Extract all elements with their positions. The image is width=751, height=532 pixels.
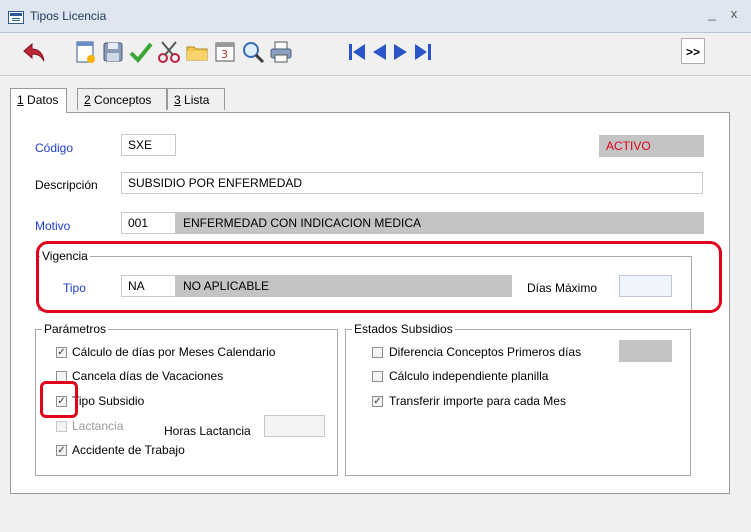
last-record-button[interactable] (408, 37, 438, 67)
save-icon (103, 42, 123, 62)
codigo-label: Código (35, 141, 74, 155)
accidente-trabajo-label: Accidente de Trabajo (72, 443, 185, 457)
tab-lista[interactable]: 3 Lista (167, 88, 225, 110)
tab-lista-label: Lista (180, 93, 210, 107)
search-button[interactable] (238, 37, 268, 67)
more-options-button[interactable]: >> (681, 38, 705, 64)
lactancia-checkbox[interactable] (56, 421, 67, 432)
window-app-icon (8, 11, 24, 24)
tab-datos-label: Datos (23, 93, 59, 107)
open-button[interactable] (182, 37, 212, 67)
motivo-code-field[interactable]: 001 (121, 212, 176, 234)
print-icon (270, 41, 292, 63)
window-titlebar: Tipos Licencia _ x (0, 0, 751, 33)
calculo-dias-label: Cálculo de días por Meses Calendario (72, 345, 276, 359)
calculo-independiente-checkbox[interactable] (372, 371, 383, 382)
diferencia-conceptos-checkbox[interactable] (372, 347, 383, 358)
svg-text:3: 3 (221, 48, 228, 61)
undo-icon (23, 42, 45, 62)
calendar-button[interactable]: 3 (210, 37, 240, 67)
toolbar: 3 >> (0, 33, 751, 76)
print-button[interactable] (266, 37, 296, 67)
codigo-field[interactable]: SXE (121, 134, 176, 156)
new-document-icon (76, 41, 95, 63)
tab-datos[interactable]: 1 Datos (10, 88, 67, 113)
motivo-description-field: ENFERMEDAD CON INDICACION MEDICA (176, 212, 704, 234)
calendar-icon: 3 (215, 42, 235, 62)
search-icon (243, 42, 265, 64)
tipo-subsidio-highlight-annotation (40, 381, 78, 418)
calculo-dias-checkbox[interactable] (56, 347, 67, 358)
tab-lista-number: 3 (174, 93, 181, 107)
tab-conceptos[interactable]: 2 Conceptos (77, 88, 167, 110)
accept-button[interactable] (126, 37, 156, 67)
last-record-icon (415, 44, 431, 60)
diferencia-conceptos-label: Diferencia Conceptos Primeros días (389, 345, 582, 359)
window-title: Tipos Licencia (30, 9, 107, 23)
descripcion-field[interactable]: SUBSIDIO POR ENFERMEDAD (121, 172, 703, 194)
cancela-vacaciones-label: Cancela días de Vacaciones (72, 369, 224, 383)
accidente-trabajo-checkbox[interactable] (56, 445, 67, 456)
lactancia-label: Lactancia (72, 419, 124, 433)
transferir-importe-checkbox[interactable] (372, 396, 383, 407)
minimize-button[interactable]: _ (704, 6, 720, 22)
folder-icon (186, 46, 208, 61)
horas-lactancia-field[interactable] (264, 415, 325, 437)
undo-button[interactable] (19, 37, 49, 67)
scissors-icon (158, 41, 180, 63)
motivo-label: Motivo (35, 219, 71, 233)
close-button[interactable]: x (726, 6, 742, 22)
status-badge: ACTIVO (599, 135, 704, 157)
new-button[interactable] (70, 37, 100, 67)
check-icon (129, 42, 153, 63)
descripcion-label: Descripción (35, 178, 98, 192)
tab-conceptos-number: 2 (84, 93, 91, 107)
tipo-subsidio-label: Tipo Subsidio (72, 394, 145, 408)
tab-conceptos-label: Conceptos (90, 93, 152, 107)
estados-subsidios-legend: Estados Subsidios (352, 322, 455, 336)
transferir-importe-label: Transferir importe para cada Mes (389, 394, 566, 408)
parametros-legend: Parámetros (42, 322, 109, 336)
vigencia-highlight-annotation (36, 241, 722, 313)
diferencia-conceptos-field (619, 340, 672, 362)
calculo-independiente-label: Cálculo independiente planilla (389, 369, 549, 383)
save-button[interactable] (98, 37, 128, 67)
tab-datos-number: 1 (17, 93, 24, 107)
cut-button[interactable] (154, 37, 184, 67)
horas-lactancia-label: Horas Lactancia (164, 424, 251, 438)
